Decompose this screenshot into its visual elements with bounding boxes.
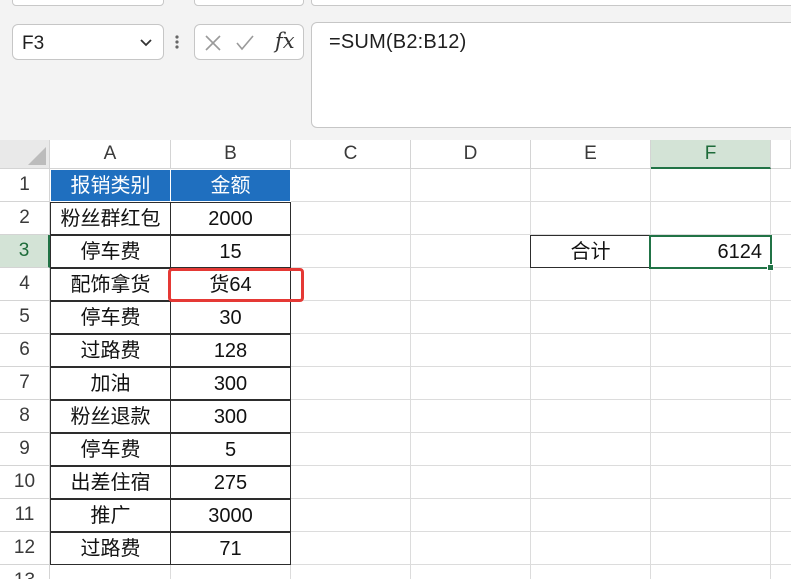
column-header-c[interactable]: C — [291, 140, 411, 169]
amount-cell[interactable]: 71 — [170, 532, 291, 565]
name-box[interactable]: F3 — [12, 24, 164, 60]
amount-cell[interactable]: 30 — [170, 301, 291, 334]
close-icon[interactable] — [203, 33, 223, 53]
row-header-4[interactable]: 4 — [0, 268, 50, 301]
amount-cell[interactable]: 3000 — [170, 499, 291, 532]
row-header-7[interactable]: 7 — [0, 367, 50, 400]
category-cell[interactable]: 推广 — [50, 499, 171, 532]
fill-handle[interactable] — [767, 264, 774, 271]
select-all-button[interactable] — [0, 140, 50, 169]
category-cell[interactable]: 过路费 — [50, 532, 171, 565]
active-cell-border — [649, 235, 772, 269]
amount-cell[interactable]: 5 — [170, 433, 291, 466]
row-header-10[interactable]: 10 — [0, 466, 50, 499]
insert-function-button[interactable]: fx — [275, 29, 295, 53]
category-cell[interactable]: 出差住宿 — [50, 466, 171, 499]
category-cell[interactable]: 粉丝退款 — [50, 400, 171, 433]
column-header-d[interactable]: D — [411, 140, 531, 169]
formula-buttons: fx — [194, 24, 304, 60]
row-header-12[interactable]: 12 — [0, 532, 50, 565]
row-header-1[interactable]: 1 — [0, 169, 50, 202]
amount-cell[interactable]: 2000 — [170, 202, 291, 235]
row-header-5[interactable]: 5 — [0, 301, 50, 334]
summary-label-cell[interactable]: 合计 — [530, 235, 651, 268]
formula-text: =SUM(B2:B12) — [329, 31, 467, 53]
drag-handle-icon[interactable] — [174, 31, 180, 53]
amount-cell[interactable]: 128 — [170, 334, 291, 367]
row-header-6[interactable]: 6 — [0, 334, 50, 367]
ribbon-edge — [194, 0, 304, 6]
name-box-value: F3 — [22, 33, 45, 54]
amount-cell[interactable]: 275 — [170, 466, 291, 499]
highlight-annotation-box — [168, 268, 304, 302]
column-header-f[interactable]: F — [651, 140, 771, 169]
category-cell[interactable]: 配饰拿货 — [50, 268, 171, 301]
category-cell[interactable]: 粉丝群红包 — [50, 202, 171, 235]
row-header-3[interactable]: 3 — [0, 235, 50, 268]
category-cell[interactable]: 过路费 — [50, 334, 171, 367]
amount-cell[interactable]: 15 — [170, 235, 291, 268]
check-icon[interactable] — [235, 33, 255, 53]
formula-bar-area: F3 fx =SUM(B2:B12) — [0, 0, 791, 140]
header-cell-category[interactable]: 报销类别 — [50, 169, 171, 202]
select-all-icon — [28, 147, 46, 165]
column-header-b[interactable]: B — [171, 140, 291, 169]
row-header-13[interactable]: 13 — [0, 565, 50, 579]
row-header-9[interactable]: 9 — [0, 433, 50, 466]
row-header-2[interactable]: 2 — [0, 202, 50, 235]
formula-input[interactable]: =SUM(B2:B12) — [311, 22, 791, 128]
ribbon-edge — [12, 0, 164, 6]
column-header-e[interactable]: E — [531, 140, 651, 169]
amount-cell[interactable]: 300 — [170, 400, 291, 433]
row-header-8[interactable]: 8 — [0, 400, 50, 433]
spreadsheet-window: F3 fx =SUM(B2:B12) A B C D E F 1 2 3 4 5… — [0, 0, 791, 579]
column-header-a[interactable]: A — [50, 140, 171, 169]
category-cell[interactable]: 加油 — [50, 367, 171, 400]
category-cell[interactable]: 停车费 — [50, 301, 171, 334]
category-cell[interactable]: 停车费 — [50, 433, 171, 466]
ribbon-edge — [311, 0, 791, 6]
amount-cell[interactable]: 300 — [170, 367, 291, 400]
category-cell[interactable]: 停车费 — [50, 235, 171, 268]
row-header-11[interactable]: 11 — [0, 499, 50, 532]
column-header-g[interactable] — [771, 140, 791, 169]
header-cell-amount[interactable]: 金额 — [170, 169, 291, 202]
chevron-down-icon[interactable] — [137, 34, 155, 52]
